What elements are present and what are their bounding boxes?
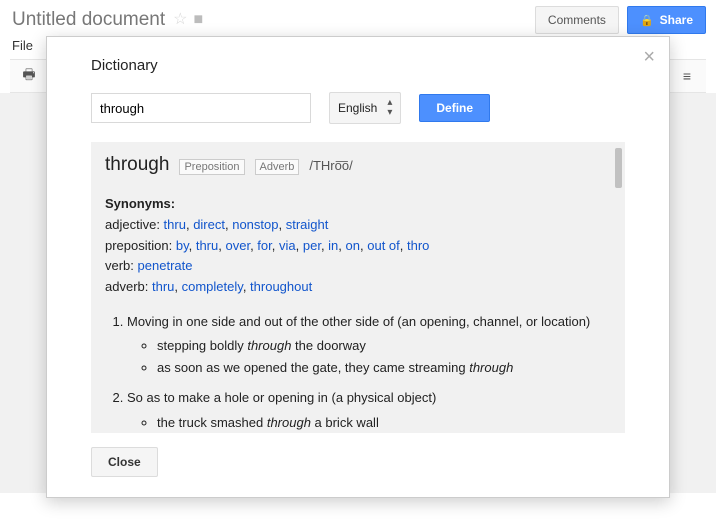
synonym-link[interactable]: via — [279, 238, 296, 253]
synonyms-heading: Synonyms: — [105, 194, 607, 215]
synonym-link[interactable]: over — [225, 238, 250, 253]
synonym-row: verb: penetrate — [105, 256, 607, 277]
close-icon[interactable]: × — [643, 47, 655, 67]
search-input[interactable] — [91, 93, 311, 123]
synonym-link[interactable]: for — [257, 238, 271, 253]
synonym-link[interactable]: direct — [193, 217, 225, 232]
dictionary-dialog: × Dictionary English ▴▾ Define through P… — [46, 36, 670, 498]
synonym-link[interactable]: by — [176, 238, 189, 253]
headword: through — [105, 154, 169, 176]
example-item: the truck smashed through a brick wall — [157, 413, 607, 433]
caret-icon: ▴▾ — [387, 98, 392, 118]
synonym-link[interactable]: thru — [164, 217, 186, 232]
synonym-link[interactable]: throughout — [250, 279, 312, 294]
pronunciation: /THro͞o/ — [309, 158, 352, 173]
synonym-link[interactable]: per — [303, 238, 321, 253]
synonym-link[interactable]: out of — [367, 238, 400, 253]
synonym-link[interactable]: on — [346, 238, 360, 253]
example-item: stepping boldly through the doorway — [157, 336, 607, 356]
result-panel: through Preposition Adverb /THro͞o/ Syno… — [91, 142, 625, 433]
synonym-row: adjective: thru, direct, nonstop, straig… — [105, 215, 607, 236]
example-item: as soon as we opened the gate, they came… — [157, 358, 607, 378]
synonym-link[interactable]: thru — [152, 279, 174, 294]
definition-item: Moving in one side and out of the other … — [127, 312, 607, 378]
synonym-link[interactable]: thro — [407, 238, 429, 253]
synonym-link[interactable]: nonstop — [232, 217, 278, 232]
synonym-row: preposition: by, thru, over, for, via, p… — [105, 236, 607, 257]
dialog-title: Dictionary — [91, 57, 625, 74]
synonym-link[interactable]: in — [328, 238, 338, 253]
close-button[interactable]: Close — [91, 447, 158, 477]
synonym-link[interactable]: straight — [286, 217, 329, 232]
synonym-link[interactable]: penetrate — [138, 258, 193, 273]
synonym-link[interactable]: thru — [196, 238, 218, 253]
synonym-link[interactable]: completely — [182, 279, 243, 294]
scrollbar-thumb[interactable] — [615, 148, 622, 188]
pos-tag: Preposition — [179, 159, 244, 175]
language-label: English — [338, 101, 377, 115]
pos-tag: Adverb — [255, 159, 300, 175]
definition-item: So as to make a hole or opening in (a ph… — [127, 388, 607, 433]
language-select[interactable]: English ▴▾ — [329, 92, 401, 124]
synonym-row: adverb: thru, completely, throughout — [105, 277, 607, 298]
define-button[interactable]: Define — [419, 94, 490, 122]
